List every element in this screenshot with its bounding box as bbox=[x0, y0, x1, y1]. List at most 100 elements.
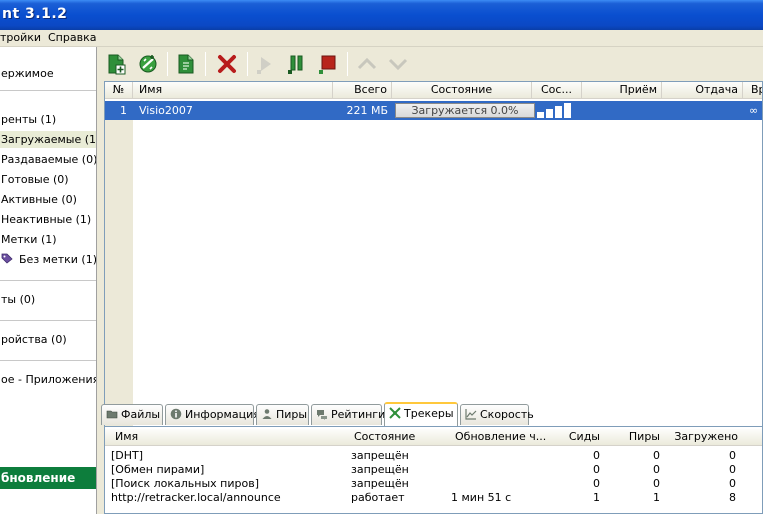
column-header-tracker-status[interactable]: Состояние bbox=[354, 429, 449, 446]
column-header-tracker-name[interactable]: Имя bbox=[115, 429, 343, 446]
sidebar-item-downloading[interactable]: Загружаемые (1) bbox=[0, 131, 96, 148]
info-icon bbox=[170, 407, 182, 420]
sidebar-divider bbox=[0, 360, 96, 361]
column-header-status[interactable]: Состояние bbox=[392, 82, 532, 99]
status-progress: Загружается 0.0% bbox=[395, 103, 535, 118]
start-icon[interactable] bbox=[253, 52, 277, 76]
availability-bar bbox=[537, 112, 544, 118]
torrent-eta: ∞ bbox=[749, 104, 759, 117]
create-torrent-icon[interactable] bbox=[174, 52, 198, 76]
tracker-peers: 0 bbox=[653, 477, 660, 490]
sidebar-divider bbox=[0, 90, 96, 91]
sidebar-item-rss[interactable]: ты (0) bbox=[0, 291, 35, 308]
toolbar-divider bbox=[347, 52, 348, 76]
tracker-status: запрещён bbox=[351, 449, 409, 462]
tracker-status: запрещён bbox=[351, 477, 409, 490]
column-header-name[interactable]: Имя bbox=[133, 82, 333, 99]
tracker-update bbox=[451, 463, 546, 477]
sidebar-item-torrents[interactable]: ренты (1) bbox=[0, 111, 56, 128]
update-banner[interactable]: бновление bbox=[0, 467, 96, 489]
tab-info[interactable]: Информация bbox=[165, 404, 260, 425]
add-link-icon[interactable] bbox=[136, 52, 160, 76]
column-header-eta[interactable]: Вр bbox=[743, 82, 762, 99]
tracker-seeds: 0 bbox=[593, 463, 600, 476]
sidebar-item-devices[interactable]: ройства (0) bbox=[0, 331, 67, 348]
speed-chart-icon bbox=[465, 407, 477, 420]
tab-label: Рейтинги bbox=[331, 408, 386, 421]
title-bar[interactable]: nt 3.1.2 bbox=[0, 0, 763, 30]
stop-icon[interactable] bbox=[315, 52, 339, 76]
trackers-table-header: Имя Состояние Обновление ч... Сиды Пиры … bbox=[105, 429, 762, 446]
sidebar-divider bbox=[0, 280, 96, 281]
tab-label: Скорость bbox=[480, 408, 534, 421]
tab-speed[interactable]: Скорость bbox=[460, 404, 534, 425]
sidebar-divider bbox=[0, 320, 96, 321]
tab-label: Пиры bbox=[276, 408, 308, 421]
tab-ratings[interactable]: Рейтинги bbox=[311, 404, 386, 425]
table-row[interactable]: [Поиск локальных пиров] запрещён 0 0 0 bbox=[105, 477, 762, 491]
column-header-download[interactable]: Приём bbox=[582, 82, 662, 99]
column-header-size[interactable]: Всего bbox=[333, 82, 392, 99]
move-up-icon[interactable] bbox=[355, 52, 379, 76]
column-header-availability[interactable]: Сос... bbox=[532, 82, 582, 99]
column-header-tracker-downloaded[interactable]: Загружено bbox=[670, 429, 738, 446]
add-torrent-icon[interactable] bbox=[104, 52, 128, 76]
sidebar-item-inactive[interactable]: Неактивные (1) bbox=[0, 211, 91, 228]
move-down-icon[interactable] bbox=[386, 52, 410, 76]
torrent-list[interactable]: № Имя Всего Состояние Сос... Приём Отдач… bbox=[104, 81, 763, 443]
tab-peers[interactable]: Пиры bbox=[256, 404, 309, 425]
people-icon bbox=[261, 407, 273, 419]
torrent-size: 221 МБ bbox=[346, 104, 388, 117]
column-header-tracker-peers[interactable]: Пиры bbox=[600, 429, 660, 446]
main-area: № Имя Всего Состояние Сос... Приём Отдач… bbox=[98, 47, 763, 514]
torrent-num: 1 bbox=[120, 104, 127, 117]
tab-label: Файлы bbox=[121, 408, 161, 421]
tracker-downloaded: 0 bbox=[729, 449, 736, 462]
row-number-gutter bbox=[105, 120, 133, 442]
sidebar-item-apps[interactable]: ое - Приложения! bbox=[0, 371, 96, 388]
toolbar-divider bbox=[167, 52, 168, 76]
sidebar-item-active[interactable]: Активные (0) bbox=[0, 191, 77, 208]
column-header-tracker-update[interactable]: Обновление ч... bbox=[455, 429, 550, 446]
menu-help[interactable]: Справка bbox=[48, 31, 96, 44]
tracker-name: http://retracker.local/announce bbox=[111, 491, 281, 504]
table-row[interactable]: http://retracker.local/announce работает… bbox=[105, 491, 762, 505]
torrent-name: Visio2007 bbox=[139, 104, 193, 117]
tag-icon bbox=[1, 252, 13, 264]
remove-icon[interactable] bbox=[215, 52, 239, 76]
category-sidebar: ержимое ренты (1) Загружаемые (1) Раздав… bbox=[0, 47, 97, 514]
column-header-num[interactable]: № bbox=[105, 82, 133, 99]
tracker-peers: 0 bbox=[653, 449, 660, 462]
folder-icon bbox=[106, 407, 118, 419]
sidebar-item-completed[interactable]: Готовые (0) bbox=[0, 171, 69, 188]
table-row[interactable]: 1 Visio2007 221 МБ Загружается 0.0% ∞ bbox=[105, 101, 762, 120]
tracker-seeds: 0 bbox=[593, 477, 600, 490]
toolbar bbox=[98, 47, 763, 81]
tab-trackers[interactable]: Трекеры bbox=[384, 402, 458, 426]
sidebar-item-content[interactable]: ержимое bbox=[0, 65, 54, 82]
tracker-update: 1 мин 51 с bbox=[451, 491, 512, 504]
toolbar-divider bbox=[247, 52, 248, 76]
torrent-upload-speed bbox=[662, 101, 739, 120]
availability-bar bbox=[564, 103, 571, 118]
column-header-tracker-seeds[interactable]: Сиды bbox=[550, 429, 600, 446]
tab-label: Информация bbox=[185, 408, 260, 421]
menu-bar: тройки Справка bbox=[0, 30, 763, 47]
tab-label: Трекеры bbox=[404, 407, 454, 420]
table-row[interactable]: [DHT] запрещён 0 0 0 bbox=[105, 449, 762, 463]
menu-settings[interactable]: тройки bbox=[0, 31, 41, 44]
column-header-upload[interactable]: Отдача bbox=[662, 82, 743, 99]
tracker-update bbox=[451, 449, 546, 463]
sidebar-item-seeding[interactable]: Раздаваемые (0) bbox=[0, 151, 96, 168]
sidebar-item-label: Без метки (1) bbox=[19, 253, 97, 266]
availability-bars bbox=[537, 101, 577, 120]
tracker-downloaded: 8 bbox=[729, 491, 736, 504]
table-row[interactable]: [Обмен пирами] запрещён 0 0 0 bbox=[105, 463, 762, 477]
tracker-peers: 1 bbox=[653, 491, 660, 504]
pause-icon[interactable] bbox=[284, 52, 308, 76]
tab-files[interactable]: Файлы bbox=[101, 404, 163, 425]
tracker-status: запрещён bbox=[351, 463, 409, 476]
tracker-status: работает bbox=[351, 491, 405, 504]
sidebar-item-labels[interactable]: Метки (1) bbox=[0, 231, 57, 248]
sidebar-item-no-label[interactable]: Без метки (1) bbox=[0, 251, 97, 268]
